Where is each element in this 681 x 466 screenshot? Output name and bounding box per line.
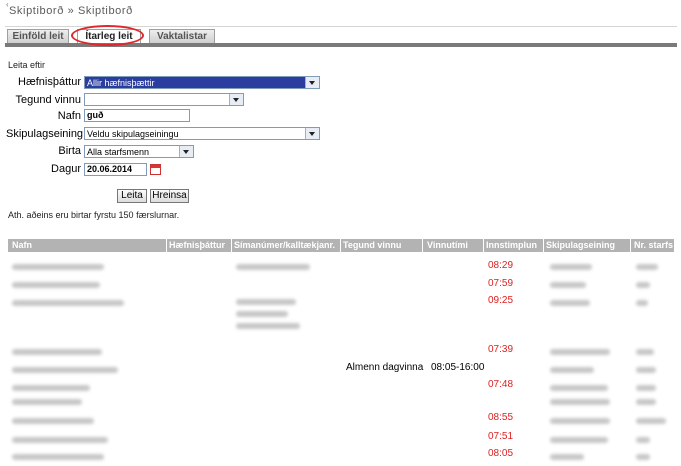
skipulagseining-select[interactable]: Veldu skipulagseiningu: [84, 127, 320, 140]
redacted-name: [12, 437, 108, 443]
search-button[interactable]: Leita: [117, 189, 147, 203]
redacted-unit: [550, 385, 608, 391]
col-nafn[interactable]: Nafn: [12, 239, 32, 252]
nafn-label: Nafn: [57, 110, 81, 122]
redacted-number: [636, 367, 656, 373]
chevron-down-icon: [229, 94, 243, 105]
redacted-phone: [236, 299, 296, 305]
redacted-unit: [550, 418, 610, 424]
col-simanumer[interactable]: Símanúmer/kalltækjanr.: [234, 239, 335, 252]
redacted-unit: [550, 454, 584, 460]
redacted-unit: [550, 282, 586, 288]
tegund-vinnu-select[interactable]: [84, 93, 244, 106]
innstimplun-time: 07:51: [488, 431, 514, 442]
innstimplun-time: 08:05: [488, 448, 514, 459]
vinnutimi-value: 08:05-16:00: [431, 362, 485, 373]
hafnisthattur-label: Hæfnisþáttur: [18, 76, 81, 88]
dagur-input[interactable]: 20.06.2014: [84, 163, 147, 176]
redacted-number: [636, 349, 654, 355]
tab-vaktalistar[interactable]: Vaktalistar: [149, 29, 215, 43]
tab-einfold-leit[interactable]: Einföld leit: [7, 29, 69, 43]
redacted-unit: [550, 300, 590, 306]
chevron-down-icon: [305, 128, 319, 139]
redacted-phone: [236, 323, 300, 329]
form-heading: Leita eftir: [8, 60, 46, 70]
redacted-name: [12, 282, 100, 288]
redacted-name: [12, 418, 94, 424]
col-hafnisthattur[interactable]: Hæfnisþáttur: [169, 239, 225, 252]
dagur-label: Dagur: [51, 163, 81, 175]
redacted-name: [12, 399, 82, 405]
redacted-unit: [550, 264, 592, 270]
col-tegund-vinnu[interactable]: Tegund vinnu: [343, 239, 401, 252]
innstimplun-time: 07:48: [488, 379, 514, 390]
col-nr-starfs[interactable]: Nr. starfs: [634, 239, 673, 252]
redacted-number: [636, 264, 658, 270]
column-divider: [166, 239, 167, 252]
calendar-icon[interactable]: [150, 164, 161, 175]
redacted-name: [12, 264, 104, 270]
innstimplun-time: 08:29: [488, 260, 514, 271]
clear-button[interactable]: Hreinsa: [150, 189, 189, 203]
redacted-number: [636, 282, 650, 288]
skipulagseining-label: Skipulagseining: [6, 128, 84, 140]
column-divider: [483, 239, 484, 252]
hafnisthattur-value: Allir hæfnisþættir: [87, 78, 155, 88]
redacted-number: [636, 300, 648, 306]
highlight-circle: [71, 25, 144, 46]
col-vinnutimi[interactable]: Vinnutími: [427, 239, 468, 252]
tegund-vinnu-label: Tegund vinnu: [15, 94, 81, 106]
redacted-name: [12, 454, 104, 460]
results-note: Ath. aðeins eru birtar fyrstu 150 færslu…: [8, 210, 180, 220]
chevron-down-icon: [179, 146, 193, 157]
hafnisthattur-select[interactable]: Allir hæfnisþættir: [84, 76, 320, 89]
redacted-name: [12, 300, 124, 306]
col-innstimplun[interactable]: Innstimplun: [486, 239, 537, 252]
redacted-unit: [550, 437, 608, 443]
column-divider: [630, 239, 631, 252]
nafn-input[interactable]: guð: [84, 109, 190, 122]
redacted-unit: [550, 349, 610, 355]
redacted-unit: [550, 399, 610, 405]
birta-label: Birta: [58, 145, 81, 157]
redacted-phone: [236, 311, 288, 317]
redacted-number: [636, 399, 656, 405]
innstimplun-time: 07:39: [488, 344, 514, 355]
redacted-name: [12, 367, 118, 373]
redacted-number: [636, 437, 650, 443]
chevron-down-icon: [305, 77, 319, 88]
innstimplun-time: 09:25: [488, 295, 514, 306]
skipulagseining-value: Veldu skipulagseiningu: [87, 129, 179, 139]
redacted-name: [12, 385, 90, 391]
column-divider: [231, 239, 232, 252]
redacted-number: [636, 385, 656, 391]
redacted-number: [636, 418, 666, 424]
birta-select[interactable]: Alla starfsmenn: [84, 145, 194, 158]
redacted-unit: [550, 367, 594, 373]
redacted-name: [12, 349, 102, 355]
innstimplun-time: 08:55: [488, 412, 514, 423]
column-divider: [543, 239, 544, 252]
column-divider: [422, 239, 423, 252]
innstimplun-time: 07:59: [488, 278, 514, 289]
table-header: Nafn Hæfnisþáttur Símanúmer/kalltækjanr.…: [8, 239, 674, 252]
redacted-phone: [236, 264, 310, 270]
breadcrumb: Skiptiborð » Skiptiborð: [9, 5, 133, 17]
column-divider: [340, 239, 341, 252]
birta-value: Alla starfsmenn: [87, 147, 150, 157]
tegund-vinnu-value: Almenn dagvinna: [346, 362, 424, 373]
redacted-number: [636, 454, 650, 460]
col-skipulagseining[interactable]: Skipulagseining: [546, 239, 615, 252]
